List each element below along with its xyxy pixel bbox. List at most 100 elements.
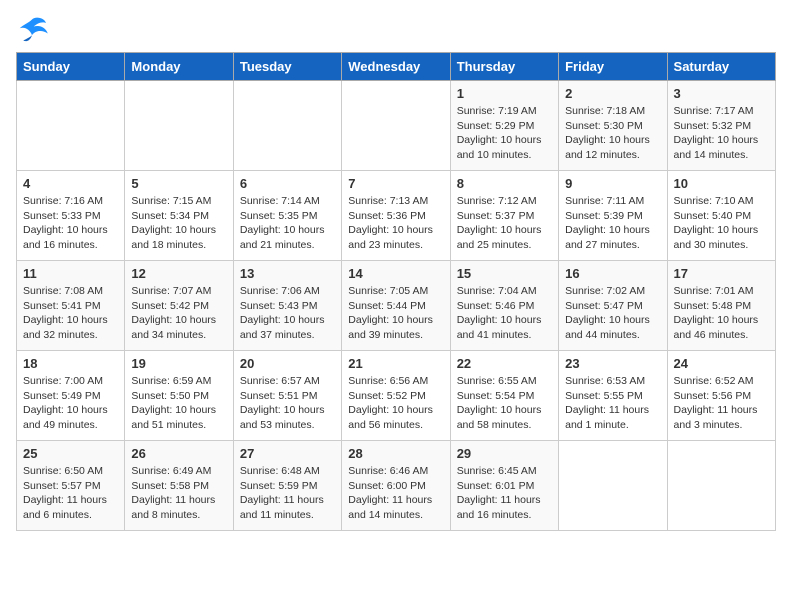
- day-info: Sunrise: 6:48 AM Sunset: 5:59 PM Dayligh…: [240, 464, 335, 523]
- header-saturday: Saturday: [667, 53, 775, 81]
- header-monday: Monday: [125, 53, 233, 81]
- calendar-table: SundayMondayTuesdayWednesdayThursdayFrid…: [16, 52, 776, 531]
- day-number: 10: [674, 176, 769, 191]
- header-thursday: Thursday: [450, 53, 558, 81]
- day-info: Sunrise: 7:14 AM Sunset: 5:35 PM Dayligh…: [240, 194, 335, 253]
- day-info: Sunrise: 7:02 AM Sunset: 5:47 PM Dayligh…: [565, 284, 660, 343]
- page-header: [16, 16, 776, 44]
- day-number: 8: [457, 176, 552, 191]
- calendar-cell: 15 Sunrise: 7:04 AM Sunset: 5:46 PM Dayli…: [450, 261, 558, 351]
- day-number: 13: [240, 266, 335, 281]
- calendar-week-2: 11 Sunrise: 7:08 AM Sunset: 5:41 PM Dayli…: [17, 261, 776, 351]
- day-info: Sunrise: 7:12 AM Sunset: 5:37 PM Dayligh…: [457, 194, 552, 253]
- calendar-cell: 8 Sunrise: 7:12 AM Sunset: 5:37 PM Daylig…: [450, 171, 558, 261]
- calendar-cell: 10 Sunrise: 7:10 AM Sunset: 5:40 PM Dayli…: [667, 171, 775, 261]
- day-info: Sunrise: 7:15 AM Sunset: 5:34 PM Dayligh…: [131, 194, 226, 253]
- calendar-cell: 1 Sunrise: 7:19 AM Sunset: 5:29 PM Daylig…: [450, 81, 558, 171]
- day-info: Sunrise: 6:53 AM Sunset: 5:55 PM Dayligh…: [565, 374, 660, 433]
- calendar-cell: 18 Sunrise: 7:00 AM Sunset: 5:49 PM Dayli…: [17, 351, 125, 441]
- calendar-cell: 3 Sunrise: 7:17 AM Sunset: 5:32 PM Daylig…: [667, 81, 775, 171]
- day-number: 23: [565, 356, 660, 371]
- calendar-cell: 14 Sunrise: 7:05 AM Sunset: 5:44 PM Dayli…: [342, 261, 450, 351]
- day-number: 5: [131, 176, 226, 191]
- day-info: Sunrise: 7:19 AM Sunset: 5:29 PM Dayligh…: [457, 104, 552, 163]
- day-number: 14: [348, 266, 443, 281]
- calendar-cell: 23 Sunrise: 6:53 AM Sunset: 5:55 PM Dayli…: [559, 351, 667, 441]
- calendar-week-0: 1 Sunrise: 7:19 AM Sunset: 5:29 PM Daylig…: [17, 81, 776, 171]
- day-number: 25: [23, 446, 118, 461]
- day-info: Sunrise: 6:59 AM Sunset: 5:50 PM Dayligh…: [131, 374, 226, 433]
- calendar-cell: 19 Sunrise: 6:59 AM Sunset: 5:50 PM Dayli…: [125, 351, 233, 441]
- calendar-week-3: 18 Sunrise: 7:00 AM Sunset: 5:49 PM Dayli…: [17, 351, 776, 441]
- calendar-cell: [667, 441, 775, 531]
- calendar-cell: [233, 81, 341, 171]
- day-number: 1: [457, 86, 552, 101]
- calendar-cell: [125, 81, 233, 171]
- day-number: 22: [457, 356, 552, 371]
- logo-bird-icon: [16, 16, 48, 44]
- calendar-cell: 20 Sunrise: 6:57 AM Sunset: 5:51 PM Dayli…: [233, 351, 341, 441]
- calendar-week-4: 25 Sunrise: 6:50 AM Sunset: 5:57 PM Dayli…: [17, 441, 776, 531]
- calendar-cell: 6 Sunrise: 7:14 AM Sunset: 5:35 PM Daylig…: [233, 171, 341, 261]
- calendar-cell: 29 Sunrise: 6:45 AM Sunset: 6:01 PM Dayli…: [450, 441, 558, 531]
- calendar-cell: 16 Sunrise: 7:02 AM Sunset: 5:47 PM Dayli…: [559, 261, 667, 351]
- calendar-cell: 12Sunrise: 7:07 AM Sunset: 5:42 PM Dayli…: [125, 261, 233, 351]
- day-info: Sunrise: 7:05 AM Sunset: 5:44 PM Dayligh…: [348, 284, 443, 343]
- calendar-cell: 22Sunrise: 6:55 AM Sunset: 5:54 PM Dayli…: [450, 351, 558, 441]
- day-info: Sunrise: 6:49 AM Sunset: 5:58 PM Dayligh…: [131, 464, 226, 523]
- logo: [16, 16, 52, 44]
- header-tuesday: Tuesday: [233, 53, 341, 81]
- day-number: 9: [565, 176, 660, 191]
- calendar-cell: 21Sunrise: 6:56 AM Sunset: 5:52 PM Dayli…: [342, 351, 450, 441]
- day-number: 17: [674, 266, 769, 281]
- day-info: Sunrise: 6:57 AM Sunset: 5:51 PM Dayligh…: [240, 374, 335, 433]
- day-number: 16: [565, 266, 660, 281]
- day-info: Sunrise: 6:50 AM Sunset: 5:57 PM Dayligh…: [23, 464, 118, 523]
- calendar-cell: 28 Sunrise: 6:46 AM Sunset: 6:00 PM Dayli…: [342, 441, 450, 531]
- day-info: Sunrise: 7:10 AM Sunset: 5:40 PM Dayligh…: [674, 194, 769, 253]
- day-info: Sunrise: 6:46 AM Sunset: 6:00 PM Dayligh…: [348, 464, 443, 523]
- day-number: 6: [240, 176, 335, 191]
- day-info: Sunrise: 6:52 AM Sunset: 5:56 PM Dayligh…: [674, 374, 769, 433]
- calendar-cell: 9 Sunrise: 7:11 AM Sunset: 5:39 PM Daylig…: [559, 171, 667, 261]
- calendar-cell: 17 Sunrise: 7:01 AM Sunset: 5:48 PM Dayli…: [667, 261, 775, 351]
- calendar-cell: 4 Sunrise: 7:16 AM Sunset: 5:33 PM Daylig…: [17, 171, 125, 261]
- header-friday: Friday: [559, 53, 667, 81]
- calendar-cell: 25 Sunrise: 6:50 AM Sunset: 5:57 PM Dayli…: [17, 441, 125, 531]
- day-number: 2: [565, 86, 660, 101]
- calendar-cell: 26 Sunrise: 6:49 AM Sunset: 5:58 PM Dayli…: [125, 441, 233, 531]
- day-info: Sunrise: 7:11 AM Sunset: 5:39 PM Dayligh…: [565, 194, 660, 253]
- day-number: 26: [131, 446, 226, 461]
- day-number: 24: [674, 356, 769, 371]
- day-info: Sunrise: 7:04 AM Sunset: 5:46 PM Dayligh…: [457, 284, 552, 343]
- day-info: Sunrise: 7:08 AM Sunset: 5:41 PM Dayligh…: [23, 284, 118, 343]
- day-info: Sunrise: 6:56 AM Sunset: 5:52 PM Dayligh…: [348, 374, 443, 433]
- calendar-cell: 7 Sunrise: 7:13 AM Sunset: 5:36 PM Daylig…: [342, 171, 450, 261]
- day-info: Sunrise: 7:00 AM Sunset: 5:49 PM Dayligh…: [23, 374, 118, 433]
- day-number: 3: [674, 86, 769, 101]
- calendar-body: 1 Sunrise: 7:19 AM Sunset: 5:29 PM Daylig…: [17, 81, 776, 531]
- calendar-cell: [17, 81, 125, 171]
- day-number: 11: [23, 266, 118, 281]
- day-info: Sunrise: 7:17 AM Sunset: 5:32 PM Dayligh…: [674, 104, 769, 163]
- day-number: 29: [457, 446, 552, 461]
- day-number: 7: [348, 176, 443, 191]
- day-number: 12: [131, 266, 226, 281]
- calendar-cell: 27 Sunrise: 6:48 AM Sunset: 5:59 PM Dayli…: [233, 441, 341, 531]
- day-info: Sunrise: 7:01 AM Sunset: 5:48 PM Dayligh…: [674, 284, 769, 343]
- day-info: Sunrise: 7:16 AM Sunset: 5:33 PM Dayligh…: [23, 194, 118, 253]
- day-number: 18: [23, 356, 118, 371]
- calendar-cell: [342, 81, 450, 171]
- day-number: 28: [348, 446, 443, 461]
- calendar-header-row: SundayMondayTuesdayWednesdayThursdayFrid…: [17, 53, 776, 81]
- calendar-cell: 5 Sunrise: 7:15 AM Sunset: 5:34 PM Daylig…: [125, 171, 233, 261]
- day-number: 15: [457, 266, 552, 281]
- day-info: Sunrise: 7:13 AM Sunset: 5:36 PM Dayligh…: [348, 194, 443, 253]
- header-wednesday: Wednesday: [342, 53, 450, 81]
- day-info: Sunrise: 6:45 AM Sunset: 6:01 PM Dayligh…: [457, 464, 552, 523]
- day-number: 27: [240, 446, 335, 461]
- day-number: 19: [131, 356, 226, 371]
- day-number: 4: [23, 176, 118, 191]
- day-number: 20: [240, 356, 335, 371]
- calendar-cell: 24 Sunrise: 6:52 AM Sunset: 5:56 PM Dayli…: [667, 351, 775, 441]
